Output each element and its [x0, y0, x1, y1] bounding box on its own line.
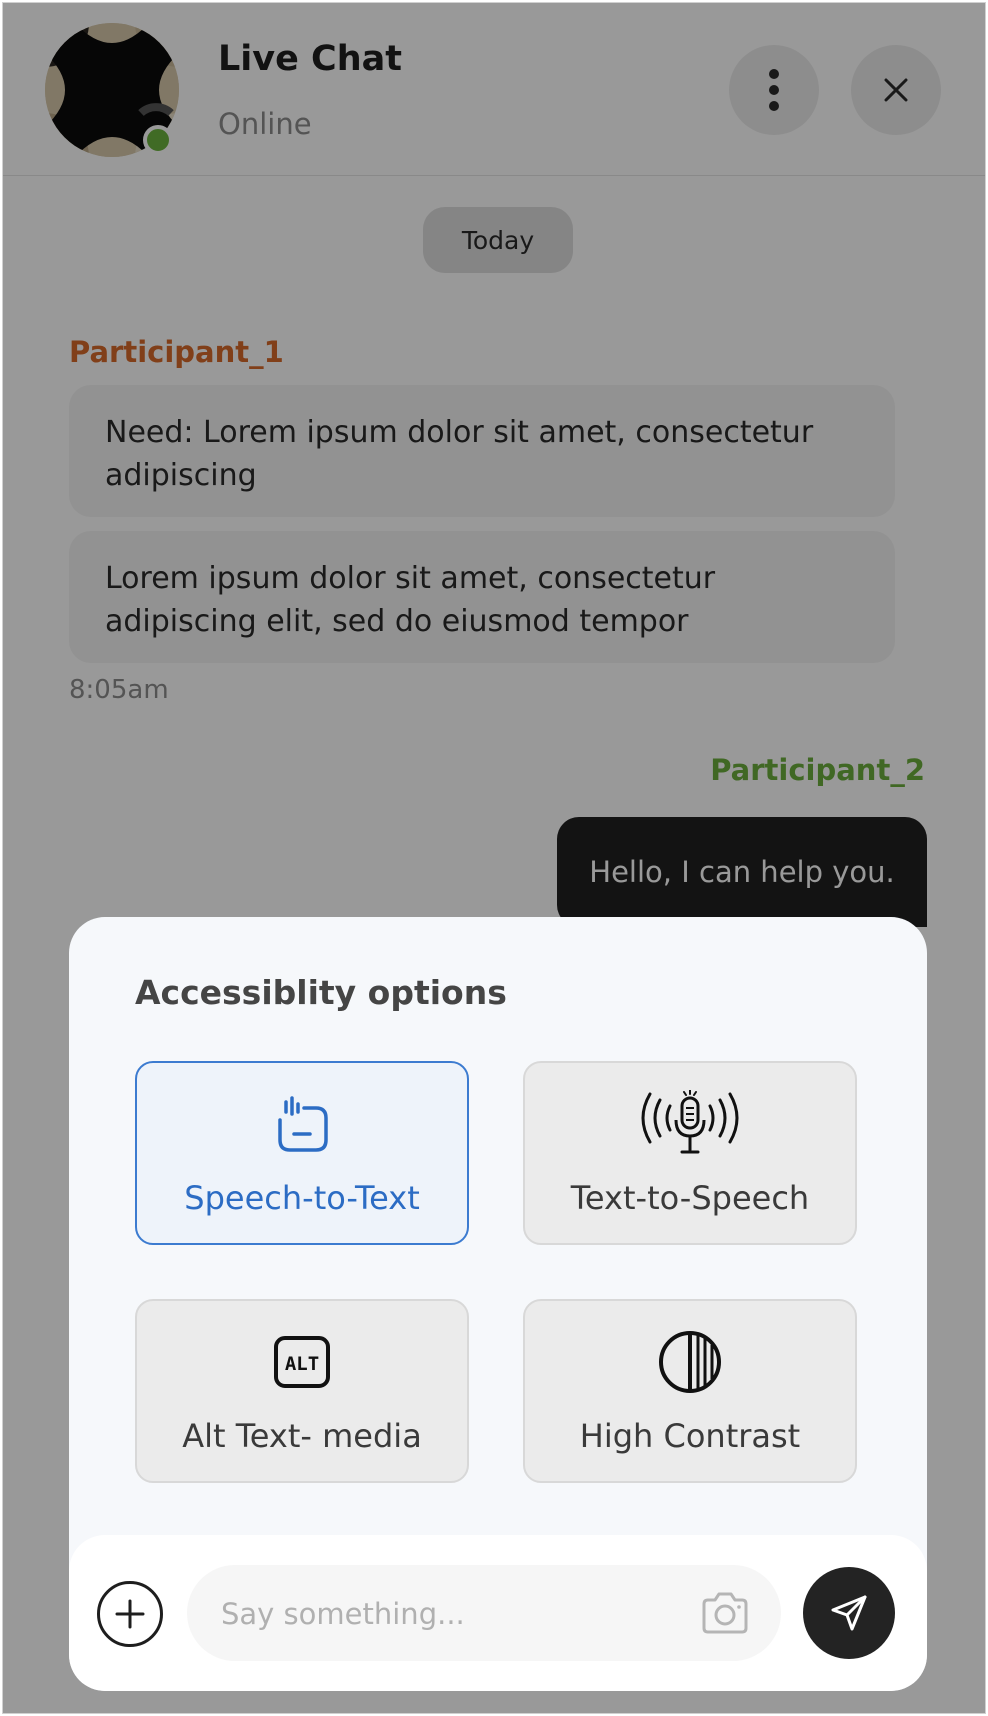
- option-label: Text-to-Speech: [570, 1179, 810, 1217]
- option-label: High Contrast: [579, 1417, 801, 1455]
- message-input[interactable]: [219, 1565, 683, 1663]
- camera-icon: [702, 1592, 748, 1634]
- accessibility-options-panel: Accessiblity options Speech-to-Text Text…: [69, 917, 927, 1691]
- option-label: Speech-to-Text: [184, 1179, 420, 1217]
- microphone-broadcast-icon: [640, 1087, 740, 1161]
- chat-window: Live Chat Online Today Participant_1 Nee…: [2, 2, 986, 1714]
- contrast-icon: [657, 1325, 723, 1399]
- send-button[interactable]: [803, 1567, 895, 1659]
- option-text-to-speech[interactable]: Text-to-Speech: [523, 1061, 857, 1245]
- send-icon: [831, 1595, 867, 1631]
- speech-to-text-icon: [272, 1087, 332, 1161]
- camera-button[interactable]: [697, 1587, 753, 1639]
- option-speech-to-text[interactable]: Speech-to-Text: [135, 1061, 469, 1245]
- alt-text-icon: ALT: [273, 1325, 331, 1399]
- panel-title: Accessiblity options: [135, 973, 507, 1012]
- option-alt-text-media[interactable]: ALT Alt Text- media: [135, 1299, 469, 1483]
- message-composer: [69, 1535, 927, 1691]
- option-high-contrast[interactable]: High Contrast: [523, 1299, 857, 1483]
- plus-icon: [115, 1599, 145, 1629]
- svg-text:ALT: ALT: [285, 1353, 319, 1375]
- add-attachment-button[interactable]: [97, 1581, 163, 1647]
- message-input-container: [187, 1565, 781, 1663]
- option-label: Alt Text- media: [182, 1417, 422, 1455]
